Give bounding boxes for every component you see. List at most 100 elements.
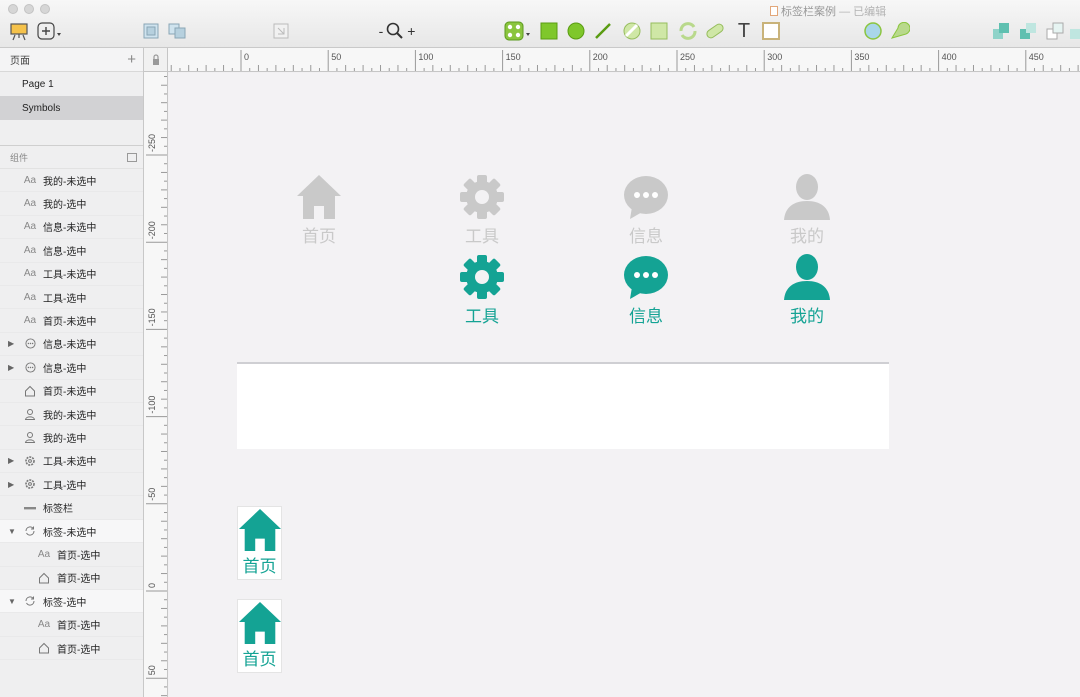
oval-icon	[567, 22, 585, 40]
disclosure-right-icon[interactable]: ▶	[8, 339, 14, 348]
text-icon: Aa	[37, 548, 51, 560]
disclosure-down-icon[interactable]: ▼	[8, 597, 16, 606]
group-button[interactable]	[140, 20, 162, 42]
flatten-button[interactable]	[704, 20, 726, 42]
layer-row[interactable]: 我的-选中	[0, 426, 143, 450]
artboard-icon	[10, 23, 28, 41]
ruler-lock[interactable]	[144, 48, 168, 72]
horizontal-ruler-ticks: 0 50 100 150 200 250 300 350 400 450	[170, 50, 1079, 71]
layer-row[interactable]: ▼ 标签-选中	[0, 590, 143, 614]
layer-row[interactable]: 标签栏	[0, 496, 143, 520]
canvas[interactable]: 首页 工具 信息 我的 工具 信息 我的 首页 首页	[169, 73, 1080, 697]
ruler-label: 100	[418, 52, 433, 62]
ruler-label: 50	[147, 665, 157, 675]
layer-row[interactable]: Aa 工具-未选中	[0, 263, 143, 286]
add-page-button[interactable]: +	[127, 52, 136, 67]
more-button[interactable]	[1068, 20, 1080, 42]
ruler-label: 350	[854, 52, 869, 62]
rotate-copies-button[interactable]	[676, 20, 700, 42]
layer-row[interactable]: Aa 工具-选中	[0, 286, 143, 310]
shapes-icon	[504, 21, 530, 41]
tab-profile-selected[interactable]: 我的	[777, 253, 837, 327]
layer-row[interactable]: 我的-未选中	[0, 403, 143, 427]
ruler-label: 300	[767, 52, 782, 62]
create-symbol-button[interactable]	[270, 20, 292, 42]
ruler-label: 0	[244, 52, 249, 62]
vertical-ruler[interactable]: -250 -200 -150 -100 -50 0 50	[144, 72, 168, 697]
tab-tools-unselected[interactable]: 工具	[452, 173, 512, 247]
layer-row[interactable]: Aa 我的-选中	[0, 192, 143, 216]
document-name: 标签栏案例	[781, 6, 836, 18]
gear-icon	[23, 455, 37, 467]
ungroup-button[interactable]	[166, 20, 188, 42]
scale-button[interactable]	[889, 20, 911, 42]
layer-row[interactable]: 首页-选中	[0, 567, 143, 591]
layer-label: 信息-选中	[43, 246, 87, 258]
text-icon: Aa	[23, 221, 37, 233]
layer-row[interactable]: Aa 首页-选中	[0, 613, 143, 637]
link-button[interactable]	[1044, 20, 1066, 42]
page-item-symbols[interactable]: Symbols	[0, 96, 143, 120]
minimize-window-button[interactable]	[24, 4, 34, 14]
symbol-tab-selected[interactable]: 首页	[237, 599, 282, 673]
layer-row[interactable]: Aa 首页-选中	[0, 543, 143, 567]
backward-button[interactable]	[1017, 20, 1039, 42]
layer-row[interactable]: 首页-选中	[0, 637, 143, 661]
artboard-tool-button[interactable]	[8, 20, 30, 42]
disclosure-down-icon[interactable]: ▼	[8, 527, 16, 536]
close-window-button[interactable]	[8, 4, 18, 14]
layer-row[interactable]: ▼ 标签-未选中	[0, 519, 143, 544]
symbol-label: 首页	[242, 650, 277, 669]
image-tool-button[interactable]	[760, 20, 782, 42]
zoom-control[interactable]: - +	[372, 20, 422, 42]
home-icon	[23, 385, 37, 397]
pages-title: 页面	[10, 56, 30, 67]
tab-messages-selected[interactable]: 信息	[616, 253, 676, 327]
magnifier-icon	[386, 22, 403, 39]
layer-row[interactable]: ▶ 工具-选中	[0, 473, 143, 497]
ruler-label: 400	[942, 52, 957, 62]
group-icon	[143, 23, 159, 39]
zoom-in-button[interactable]: +	[407, 23, 415, 39]
image-frame-icon	[762, 22, 780, 40]
insert-shape-button[interactable]	[504, 20, 532, 42]
disclosure-right-icon[interactable]: ▶	[8, 363, 14, 372]
layer-row[interactable]: Aa 信息-未选中	[0, 216, 143, 240]
page-label: Page 1	[22, 78, 54, 90]
layer-row[interactable]: Aa 首页-未选中	[0, 309, 143, 333]
disclosure-right-icon[interactable]: ▶	[8, 456, 14, 465]
tab-profile-unselected[interactable]: 我的	[777, 173, 837, 247]
collapse-icon[interactable]	[127, 153, 137, 162]
layers-title: 组件	[10, 153, 29, 163]
layer-row[interactable]: ▶ 信息-未选中	[0, 333, 143, 357]
layer-row[interactable]: Aa 信息-选中	[0, 239, 143, 263]
lock-icon	[152, 53, 159, 65]
rectangle-tool-button[interactable]	[538, 20, 560, 42]
disclosure-right-icon[interactable]: ▶	[8, 480, 14, 489]
zoom-out-button[interactable]: -	[379, 23, 384, 39]
insert-button[interactable]	[36, 20, 64, 42]
layer-row[interactable]: 首页-未选中	[0, 380, 143, 403]
layer-row[interactable]: Aa 我的-未选中	[0, 169, 143, 193]
zoom-window-button[interactable]	[40, 4, 50, 14]
layer-row[interactable]: ▶ 信息-选中	[0, 356, 143, 380]
ruler-label: 50	[331, 52, 341, 62]
layer-label: 工具-未选中	[43, 270, 97, 282]
intersect-button[interactable]	[648, 20, 670, 42]
layer-row[interactable]: ▶ 工具-未选中	[0, 450, 143, 474]
horizontal-ruler[interactable]: 0 50 100 150 200 250 300 350 400 450	[144, 48, 1080, 72]
oval-tool-button[interactable]	[565, 20, 587, 42]
line-tool-button[interactable]	[592, 20, 614, 42]
tabbar-background[interactable]	[237, 362, 889, 449]
tab-home-unselected[interactable]: 首页	[289, 173, 349, 247]
tab-tools-selected[interactable]: 工具	[452, 253, 512, 327]
text-tool-button[interactable]: T	[733, 20, 755, 42]
page-label: Symbols	[22, 102, 61, 114]
symbol-tab-unselected[interactable]: 首页	[237, 506, 282, 580]
tab-messages-unselected[interactable]: 信息	[616, 173, 676, 247]
subtract-button[interactable]	[621, 20, 643, 42]
page-item-page-1[interactable]: Page 1	[0, 72, 143, 96]
tab-label: 我的	[790, 227, 824, 246]
forward-button[interactable]	[990, 20, 1012, 42]
mask-button[interactable]	[862, 20, 884, 42]
